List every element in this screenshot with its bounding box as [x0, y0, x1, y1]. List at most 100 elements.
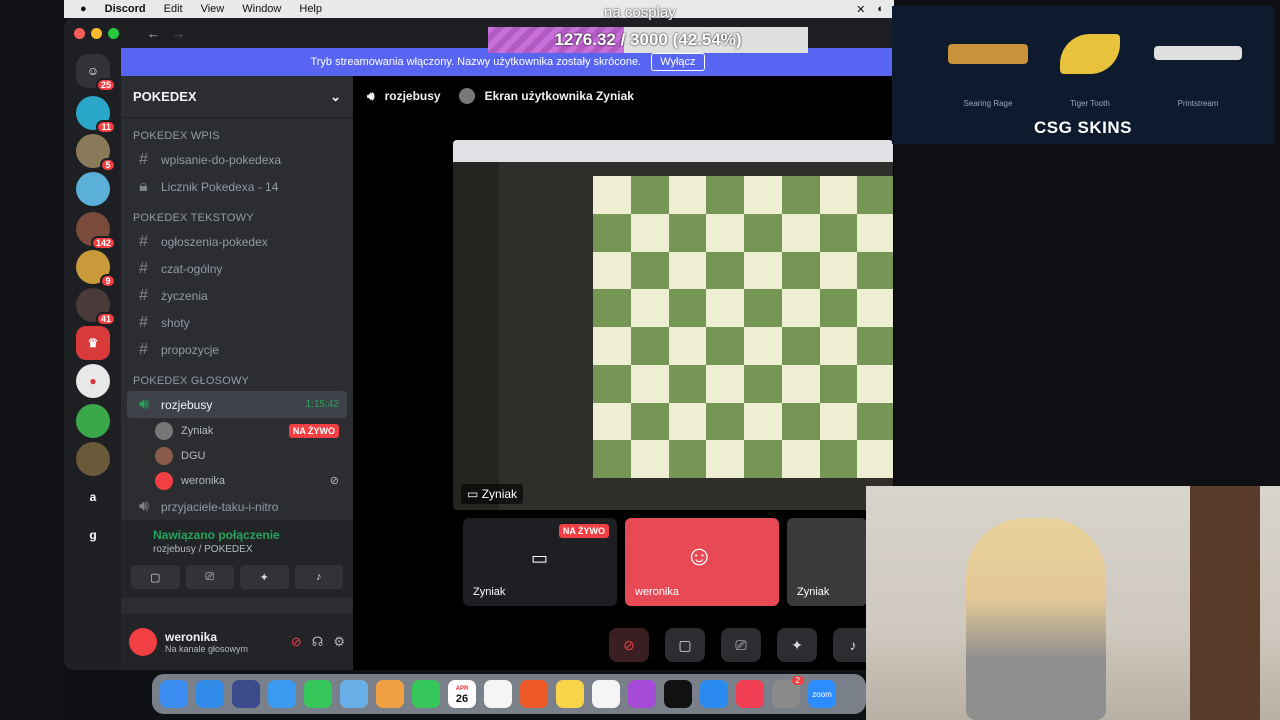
voice-user[interactable]: DGU: [121, 443, 353, 468]
close-window-button[interactable]: [74, 27, 85, 39]
chess-square: [630, 327, 669, 365]
chess-square: [668, 251, 707, 290]
chess-square: [819, 440, 858, 478]
channel-item[interactable]: 🔒︎ Licznik Pokedexa - 14: [127, 173, 347, 200]
chevron-down-icon: ⌄: [330, 88, 341, 104]
camera-off-button[interactable]: ▢: [131, 565, 180, 589]
soundboard-button[interactable]: ♪: [294, 565, 343, 589]
screen-share-button[interactable]: ⎚: [721, 628, 761, 662]
server-icon[interactable]: ●: [76, 364, 110, 398]
channel-item[interactable]: # propozycje: [127, 336, 347, 363]
voice-user[interactable]: Zyniak NA ŻYWO: [121, 418, 353, 443]
activities-button[interactable]: ✦: [240, 565, 289, 589]
participant-tile[interactable]: Zyniak: [787, 518, 867, 606]
facetime-icon[interactable]: [412, 680, 440, 708]
mail-icon[interactable]: [268, 680, 296, 708]
zoom-window-button[interactable]: [108, 27, 119, 39]
zoom-icon[interactable]: zoom: [808, 680, 836, 708]
mute-mic-button[interactable]: ⊘: [609, 628, 649, 662]
speaker-icon: 🔊︎: [139, 395, 150, 413]
channel-item[interactable]: # shoty: [127, 309, 347, 336]
back-arrow-icon[interactable]: ←: [147, 26, 160, 41]
chess-square: [819, 176, 858, 214]
participant-tile[interactable]: ☺ weronika: [625, 518, 779, 606]
voice-channel-name: rozjebusy: [161, 397, 213, 412]
apple-tv-icon[interactable]: [664, 680, 692, 708]
tile-name: Zyniak: [797, 586, 830, 598]
server-icon[interactable]: [76, 404, 110, 438]
menu-help[interactable]: Help: [299, 3, 322, 15]
server-icon[interactable]: 11: [76, 96, 116, 134]
disable-streamer-mode-button[interactable]: Wyłącz: [651, 53, 705, 71]
podcasts-icon[interactable]: [628, 680, 656, 708]
music-icon[interactable]: [736, 680, 764, 708]
finder-icon[interactable]: [160, 680, 188, 708]
channel-item[interactable]: # wpisanie-do-pokedexa: [127, 146, 347, 173]
maps-icon[interactable]: [340, 680, 368, 708]
voice-channel-item[interactable]: 🔊︎ rozjebusy 1:15:42: [127, 391, 347, 418]
home-button[interactable]: ☺ 25: [76, 54, 116, 92]
chess-square: [781, 213, 820, 252]
headphones-icon[interactable]: ☊: [312, 634, 324, 650]
messages-icon[interactable]: [304, 680, 332, 708]
server-icon[interactable]: [76, 442, 110, 476]
avatar: [458, 88, 475, 104]
control-center-icon[interactable]: ◐: [877, 3, 884, 16]
screen-share-button[interactable]: ⎚: [185, 565, 234, 589]
guild-header[interactable]: POKEDEX ⌄: [121, 76, 353, 118]
server-icon[interactable]: 41: [76, 288, 116, 326]
call-header: 🔊︎ rozjebusy Ekran użytkownika Zyniak: [353, 76, 894, 116]
screen-share-view[interactable]: ▭ Zyniak: [453, 140, 893, 510]
category-label[interactable]: POKEDEX GŁOSOWY: [121, 363, 353, 391]
menu-app[interactable]: Discord: [105, 3, 146, 15]
photos-icon[interactable]: [376, 680, 404, 708]
launchpad-icon[interactable]: [232, 680, 260, 708]
category-label[interactable]: POKEDEX Wpis: [121, 118, 353, 146]
chess-square: [706, 327, 744, 365]
avatar[interactable]: [129, 628, 157, 656]
app-store-icon[interactable]: [700, 680, 728, 708]
menu-view[interactable]: View: [201, 3, 225, 15]
brave-icon[interactable]: [520, 680, 548, 708]
channel-name: shoty: [161, 315, 190, 330]
voice-channel-item[interactable]: 🔊︎ przyjaciele-taku-i-nitro: [127, 493, 347, 520]
channel-item[interactable]: # życzenia: [127, 282, 347, 309]
server-icon[interactable]: [76, 172, 110, 206]
apple-icon[interactable]: ●: [80, 3, 87, 15]
calendar-icon[interactable]: APR 26: [448, 680, 476, 708]
system-settings-icon[interactable]: 2: [772, 676, 804, 708]
chess-square: [744, 440, 782, 478]
progress-text: 1276.32 / 3000 (42.54%): [554, 30, 742, 49]
camera-button[interactable]: ▢: [665, 628, 705, 662]
muted-mic-icon[interactable]: ⊘: [291, 634, 302, 650]
user-panel: weronika Na kanale głosowym ⊘ ☊ ⚙: [121, 614, 353, 670]
minimize-window-button[interactable]: [91, 27, 102, 39]
participant-tile[interactable]: NA ŻYWO ▭ Zyniak: [463, 518, 617, 606]
server-badge: 5: [100, 158, 116, 172]
menu-window[interactable]: Window: [242, 3, 281, 15]
server-icon[interactable]: 9: [76, 250, 116, 288]
mute-status-icon[interactable]: ✕: [856, 3, 865, 16]
freeform-icon[interactable]: [592, 680, 620, 708]
notes-icon[interactable]: [556, 680, 584, 708]
channel-item[interactable]: # ogłoszenia-pokedex: [127, 228, 347, 255]
forward-arrow-icon[interactable]: →: [172, 26, 185, 41]
voice-user[interactable]: weronika ⊘: [121, 468, 353, 493]
channel-item[interactable]: # czat-ogólny: [127, 255, 347, 282]
channel-name: wpisanie-do-pokedexa: [161, 152, 282, 167]
server-icon[interactable]: g: [76, 518, 110, 552]
menu-edit[interactable]: Edit: [164, 3, 183, 15]
category-label[interactable]: POKEDEX Tekstowy: [121, 200, 353, 228]
screen-icon: ▭: [467, 487, 479, 501]
safari-icon[interactable]: [196, 680, 224, 708]
server-icon[interactable]: 142: [76, 212, 116, 250]
activities-button[interactable]: ✦: [777, 628, 817, 662]
reminders-icon[interactable]: [484, 680, 512, 708]
chess-square: [668, 327, 707, 365]
gear-icon[interactable]: ⚙: [333, 634, 345, 650]
server-icon[interactable]: a: [76, 480, 110, 514]
server-icon[interactable]: 5: [76, 134, 116, 172]
server-icon[interactable]: ♛: [76, 326, 110, 360]
macos-menubar: ● Discord Edit View Window Help ✕ ◐: [64, 0, 894, 18]
server-badge: 41: [95, 312, 116, 326]
